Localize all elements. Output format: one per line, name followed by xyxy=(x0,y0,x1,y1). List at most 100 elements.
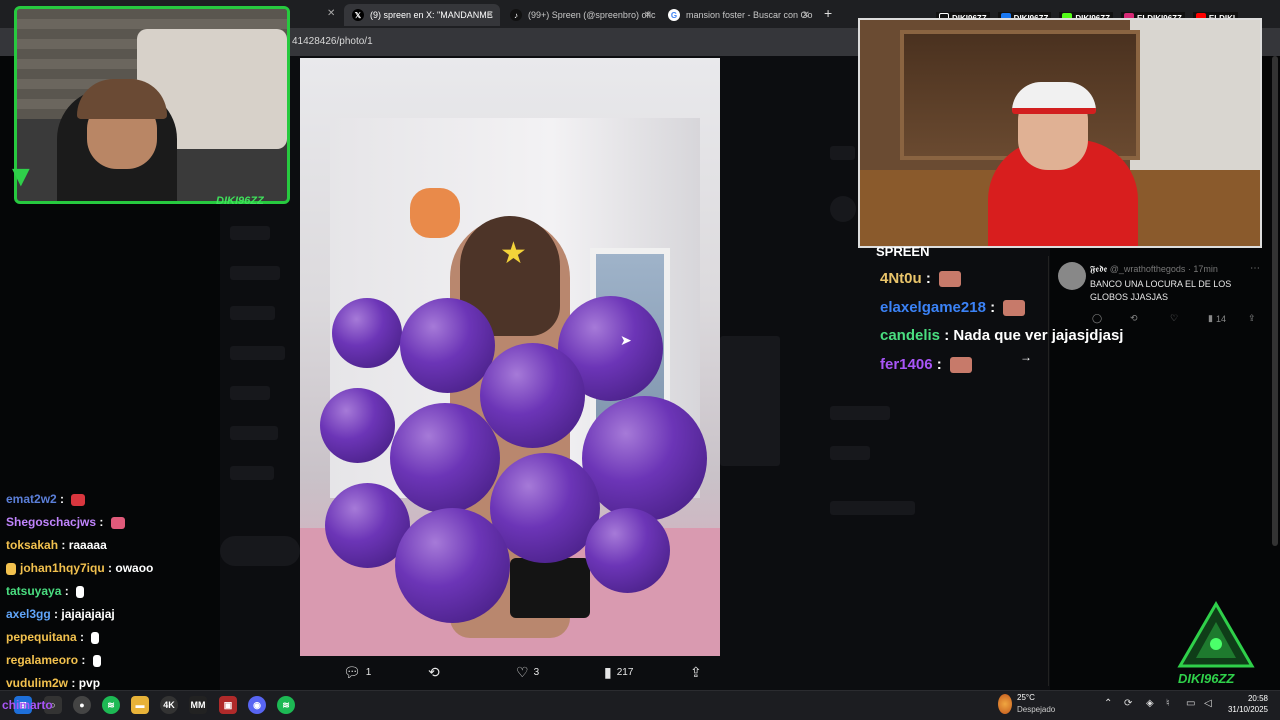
clock-time[interactable]: 20:58 xyxy=(1222,694,1268,703)
ghost-text xyxy=(830,501,915,515)
chat-message: emat2w2 : xyxy=(6,492,86,506)
sync-icon[interactable]: ⟳ xyxy=(1124,698,1132,709)
tab-close-icon[interactable]: ✕ xyxy=(802,10,810,21)
emote-icon xyxy=(71,493,86,506)
tab-title: (99+) Spreen (@spreenbro) ofic xyxy=(528,10,656,20)
bar-chart-icon: ▮ xyxy=(1208,313,1213,323)
chat-username: emat2w2 xyxy=(6,492,57,506)
chat-separator: : xyxy=(932,356,946,373)
heart-icon: ♡ xyxy=(516,664,529,680)
like-button[interactable]: ♡ 3 xyxy=(516,664,539,681)
chat-message: johan1hqy7iqu : owaoo xyxy=(6,561,153,575)
chat-username: johan1hqy7iqu xyxy=(20,561,105,575)
ghost-text xyxy=(830,146,855,160)
weather-temp[interactable]: 25°C xyxy=(1017,693,1035,702)
ghost-panel xyxy=(720,336,780,466)
chevron-up-icon[interactable]: ⌃ xyxy=(1104,698,1112,709)
chat-separator: : xyxy=(921,270,936,287)
balloon xyxy=(395,508,510,623)
volume-icon[interactable]: ◁ xyxy=(1204,698,1212,709)
avatar[interactable] xyxy=(1058,262,1086,290)
photo-decoration xyxy=(410,188,460,238)
views-button[interactable]: ▮ 217 xyxy=(604,664,633,681)
chat-username: Shegoschacjws xyxy=(6,515,97,529)
arrow-right-icon: → xyxy=(1020,350,1032,364)
chat-text: owaoo xyxy=(115,561,154,575)
tab-title: (9) spreen en X: "MANDANME xyxy=(370,10,493,20)
balloon xyxy=(582,396,707,521)
streamer-name-label: DIKI96ZZ xyxy=(216,195,264,207)
tab-google-search[interactable]: G mansion foster - Buscar con Go ✕ xyxy=(660,4,816,26)
balloon xyxy=(332,298,402,368)
comment-icon: ◯ xyxy=(1092,313,1103,323)
chat-separator: : xyxy=(50,607,62,621)
emote-icon xyxy=(91,631,100,644)
tweet-photo[interactable]: ★ xyxy=(300,58,720,656)
microphone-icon[interactable]: ♮ xyxy=(1166,698,1170,709)
chat-message: elaxelgame218 : xyxy=(880,299,1026,317)
mm-icon[interactable]: MM xyxy=(189,696,207,714)
chat-message: 4Nt0u : xyxy=(880,270,962,288)
4k-icon[interactable]: 4K xyxy=(160,696,178,714)
star-icon: ★ xyxy=(500,237,527,270)
repost-icon: ⟲ xyxy=(1130,313,1138,323)
tab-close-icon[interactable]: ✕ xyxy=(486,10,494,21)
diki-logo-icon xyxy=(1177,601,1255,668)
reply-button[interactable]: 💬︎ 1 xyxy=(343,664,371,681)
balloon xyxy=(400,298,495,393)
chat-message: regalameoro : xyxy=(6,653,101,667)
chat-username: tatsuyaya xyxy=(6,584,62,598)
reply-views-count: 14 xyxy=(1215,313,1226,324)
tab-spreen-x[interactable]: 𝕏 (9) spreen en X: "MANDANME ✕ xyxy=(344,4,500,26)
bar-chart-icon: ▮ xyxy=(604,664,612,680)
app-icon[interactable]: ▣ xyxy=(219,696,237,714)
tab-close-icon[interactable]: ✕ xyxy=(644,10,652,21)
obs-icon[interactable]: ● xyxy=(73,696,91,714)
reply-display-name: 𝕱𝖊𝖉𝖊 xyxy=(1090,264,1108,274)
folder-icon[interactable]: ▬ xyxy=(131,696,149,714)
more-icon[interactable]: ⋯ xyxy=(1250,263,1260,274)
badge-icon xyxy=(6,562,16,575)
reply-views-button[interactable]: ▮ 14 xyxy=(1208,313,1226,324)
clock-date[interactable]: 31/10/2025 xyxy=(1222,705,1268,714)
spotify-icon[interactable]: ≋ xyxy=(102,696,120,714)
chat-separator: : xyxy=(104,561,116,575)
tab-close-icon[interactable]: ✕ xyxy=(327,8,335,19)
reply-handle: @_wrathofthegods · 17min xyxy=(1109,264,1218,274)
ghost-nav xyxy=(230,266,280,280)
ghost-nav xyxy=(230,226,270,240)
webcam-wall xyxy=(1130,20,1260,170)
share-button[interactable]: ⇪ xyxy=(690,664,707,681)
chat-message: pepequitana : xyxy=(6,630,100,644)
discord-icon[interactable]: ◉ xyxy=(248,696,266,714)
chat-separator: : xyxy=(96,515,107,529)
emote-icon xyxy=(76,585,85,598)
url-text[interactable]: 41428426/photo/1 xyxy=(292,36,373,47)
reply-author[interactable]: 𝕱𝖊𝖉𝖊 @_wrathofthegods · 17min xyxy=(1090,264,1218,275)
display-icon[interactable]: ▭ xyxy=(1186,698,1195,709)
spotify-icon[interactable]: ≋ xyxy=(277,696,295,714)
share-icon: ⇪ xyxy=(1248,313,1256,323)
reply-text: BANCO UNA LOCURA EL DE LOS GLOBOS JJASJA… xyxy=(1090,279,1232,302)
chat-message: toksakah : raaaaa xyxy=(6,538,107,552)
chat-message: fer1406 : xyxy=(880,356,972,374)
weather-icon[interactable] xyxy=(998,694,1012,714)
emote-icon xyxy=(110,516,125,529)
reply-repost-button[interactable]: ⟲ xyxy=(1130,313,1138,324)
repost-button[interactable]: ⟲ xyxy=(428,664,445,681)
reply-comment-button[interactable]: ◯ xyxy=(1092,313,1102,324)
shield-icon[interactable]: ◈ xyxy=(1146,698,1154,709)
weather-desc[interactable]: Despejado xyxy=(1017,705,1055,714)
photo-shorts xyxy=(510,558,590,618)
new-tab-button[interactable]: + xyxy=(824,5,832,21)
tab-spreen-tiktok[interactable]: ♪ (99+) Spreen (@spreenbro) ofic ✕ xyxy=(502,4,658,26)
reply-share-button[interactable]: ⇪ xyxy=(1248,313,1256,324)
chat-separator: : xyxy=(76,630,88,644)
chat-username: regalameoro xyxy=(6,653,79,667)
reply-like-button[interactable]: ♡ xyxy=(1170,313,1178,324)
right-chat-title: SPREEN xyxy=(876,244,930,259)
scrollbar[interactable] xyxy=(1272,56,1278,546)
google-icon: G xyxy=(668,9,680,21)
chat-username: axel3gg xyxy=(6,607,51,621)
chat-separator: : xyxy=(56,492,68,506)
